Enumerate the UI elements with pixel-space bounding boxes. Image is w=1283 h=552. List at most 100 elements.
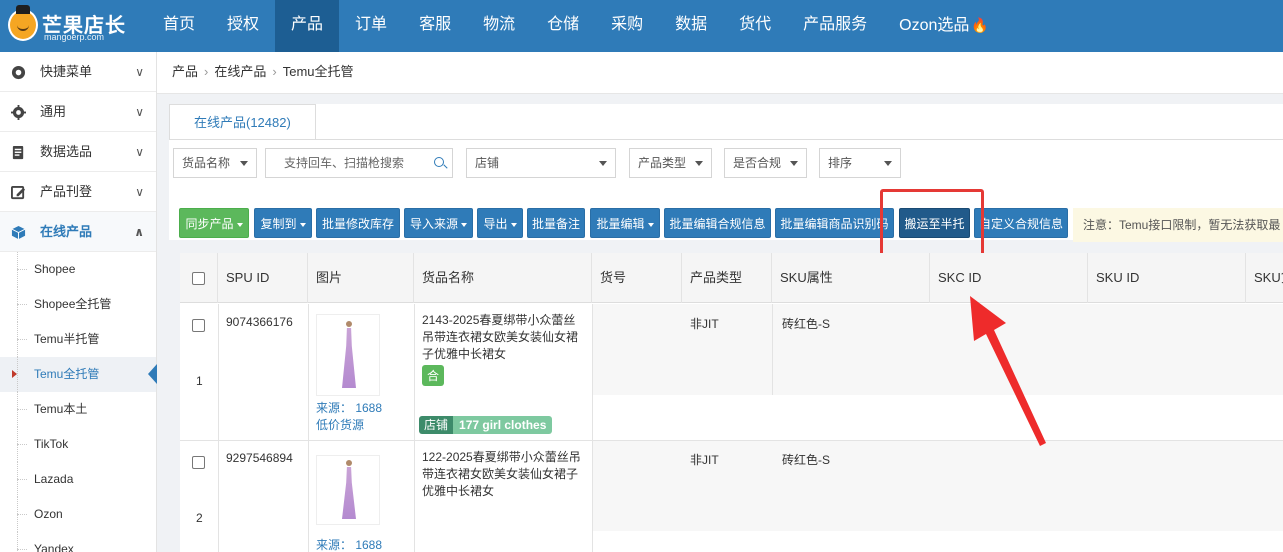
main-nav: 首页 授权 产品 订单 客服 物流 仓储 采购 数据 货代 产品服务 Ozon选… — [147, 0, 1005, 52]
product-name[interactable]: 2143-2025春夏绑带小众蕾丝吊带连衣裙女欧美女装仙女裙子优雅中长裙女 — [422, 312, 584, 363]
compliance-select[interactable]: 是否合规 — [724, 148, 807, 178]
fire-icon: 🔥 — [971, 17, 989, 33]
store-select[interactable]: 店铺 — [466, 148, 616, 178]
nav-ozon-label: Ozon选品 — [899, 17, 970, 34]
copy-to-button[interactable]: 复制到 — [254, 208, 312, 238]
sidebar-item-ozon[interactable]: Ozon — [0, 497, 156, 532]
sidebar-item-temu-full[interactable]: Temu全托管 — [0, 357, 157, 392]
sort-select[interactable]: 排序 — [819, 148, 901, 178]
product-type-select[interactable]: 产品类型 — [629, 148, 712, 178]
sidebar-item-label: Shopee — [34, 262, 76, 276]
spu-id: 9297546894 — [226, 451, 293, 465]
column-header[interactable]: SPU ID — [218, 253, 308, 303]
sidebar-item-label: Temu全托管 — [34, 367, 100, 381]
nav-logistics[interactable]: 物流 — [467, 0, 531, 52]
search-input[interactable]: 支持回车、扫描枪搜索 — [265, 148, 453, 178]
batch-stock-button[interactable]: 批量修改库存 — [316, 208, 400, 238]
column-header: SKU属性 — [772, 253, 930, 303]
sidebar-group-quick-menu[interactable]: 快捷菜单 ∨ — [0, 52, 156, 92]
batch-compliance-button[interactable]: 批量编辑合规信息 — [664, 208, 771, 238]
sidebar-item-label: Ozon — [34, 507, 63, 521]
nav-ozon[interactable]: Ozon选品 🔥 — [883, 0, 1005, 52]
chevron-down-icon: ∨ — [135, 105, 144, 119]
search-icon[interactable] — [434, 157, 444, 167]
custom-compliance-button[interactable]: 自定义合规信息 — [974, 208, 1068, 238]
caret-down-icon — [461, 222, 467, 227]
export-button[interactable]: 导出 — [477, 208, 523, 238]
sidebar-item-temu-half[interactable]: Temu半托管 — [0, 322, 156, 357]
sidebar-item-temu-local[interactable]: Temu本土 — [0, 392, 156, 427]
caret-down-icon — [647, 222, 654, 227]
spu-id: 9074366176 — [226, 315, 293, 329]
sidebar-group-data-selection[interactable]: 数据选品 ∨ — [0, 132, 156, 172]
column-header[interactable]: SKU货 — [1246, 253, 1283, 303]
row-checkbox[interactable] — [192, 455, 205, 470]
sidebar-group-general[interactable]: 通用 ∨ — [0, 92, 156, 132]
sync-products-button[interactable]: 同步产品 — [179, 208, 249, 238]
caret-down-icon — [790, 161, 798, 166]
product-type: 非JIT — [690, 453, 719, 467]
sidebar-item-label: Yandex — [34, 542, 74, 552]
caret-down-icon — [695, 161, 703, 166]
column-header[interactable]: 产品类型 — [682, 253, 772, 303]
nav-forwarder[interactable]: 货代 — [723, 0, 787, 52]
nav-service[interactable]: 客服 — [403, 0, 467, 52]
column-header[interactable]: 货品名称 — [414, 253, 592, 303]
table-header: SPU ID 图片 货品名称 货号 产品类型 SKU属性 SKC ID SKU … — [180, 253, 1283, 303]
batch-product-code-button[interactable]: 批量编辑商品识别码 — [775, 208, 894, 238]
breadcrumb-current: Temu全托管 — [282, 64, 354, 79]
product-name[interactable]: 122-2025春夏绑带小众蕾丝吊带连衣裙女欧美女装仙女裙子优雅中长裙女 — [422, 449, 584, 500]
sidebar-item-shopee[interactable]: Shopee — [0, 252, 156, 287]
sidebar-group-online-products[interactable]: 在线产品 ∧ — [0, 212, 156, 252]
sidebar-item-label: TikTok — [34, 437, 69, 451]
chevron-down-icon: ∨ — [135, 185, 144, 199]
source-link[interactable]: 来源： 1688 — [316, 399, 382, 416]
sidebar-group-label: 通用 — [40, 104, 67, 119]
sidebar-item-label: Temu本土 — [34, 402, 88, 416]
breadcrumb-item[interactable]: 产品 — [172, 64, 198, 79]
sidebar-item-lazada[interactable]: Lazada — [0, 462, 156, 497]
sidebar-group-listing[interactable]: 产品刊登 ∨ — [0, 172, 156, 212]
product-type: 非JIT — [690, 317, 719, 331]
sidebar-item-label: Lazada — [34, 472, 74, 486]
caret-down-icon — [884, 161, 892, 166]
product-image[interactable] — [316, 455, 380, 525]
column-header[interactable]: SKU ID — [1088, 253, 1246, 303]
column-header[interactable]: SKC ID — [930, 253, 1088, 303]
nav-data[interactable]: 数据 — [659, 0, 723, 52]
sidebar-group-label: 产品刊登 — [40, 184, 93, 199]
active-marker-icon — [12, 370, 17, 378]
highlight-box — [880, 189, 984, 256]
caret-down-icon — [236, 222, 243, 227]
breadcrumb-item[interactable]: 在线产品 — [214, 64, 266, 79]
low-price-source-link[interactable]: 低价货源 — [316, 416, 364, 433]
nav-product-service[interactable]: 产品服务 — [787, 0, 883, 52]
nav-purchase[interactable]: 采购 — [595, 0, 659, 52]
brand-logo[interactable]: 芒果店长 mangoerp.com — [6, 5, 156, 46]
sidebar-item-shopee-full[interactable]: Shopee全托管 — [0, 287, 156, 322]
sidebar-group-label: 在线产品 — [40, 224, 93, 239]
nav-home[interactable]: 首页 — [147, 0, 211, 52]
select-all-checkbox[interactable] — [180, 253, 218, 303]
import-source-button[interactable]: 导入来源 — [404, 208, 473, 238]
dashboard-icon — [11, 65, 26, 80]
row-checkbox[interactable] — [192, 318, 205, 333]
sidebar-item-tiktok[interactable]: TikTok — [0, 427, 156, 462]
column-header[interactable]: 货号 — [592, 253, 682, 303]
sidebar-item-yandex[interactable]: Yandex — [0, 532, 156, 552]
caret-down-icon — [510, 222, 517, 227]
name-field-select[interactable]: 货品名称 — [173, 148, 257, 178]
batch-note-button[interactable]: 批量备注 — [527, 208, 585, 238]
product-image[interactable] — [316, 314, 380, 396]
table-row: 2 9297546894 来源： 1688 122-2025春夏绑带小众蕾丝吊带… — [180, 441, 1283, 552]
column-header: 图片 — [308, 253, 414, 303]
nav-warehouse[interactable]: 仓储 — [531, 0, 595, 52]
nav-product[interactable]: 产品 — [275, 0, 340, 52]
database-icon — [12, 145, 24, 160]
action-toolbar: 同步产品 复制到 批量修改库存 导入来源 导出 批量备注 批量编辑 批量编辑合规… — [169, 208, 1283, 242]
tab-online-products[interactable]: 在线产品(12482) — [169, 104, 316, 140]
source-link[interactable]: 来源： 1688 — [316, 536, 382, 552]
batch-edit-button[interactable]: 批量编辑 — [590, 208, 660, 238]
nav-orders[interactable]: 订单 — [339, 0, 403, 52]
nav-auth[interactable]: 授权 — [211, 0, 275, 52]
